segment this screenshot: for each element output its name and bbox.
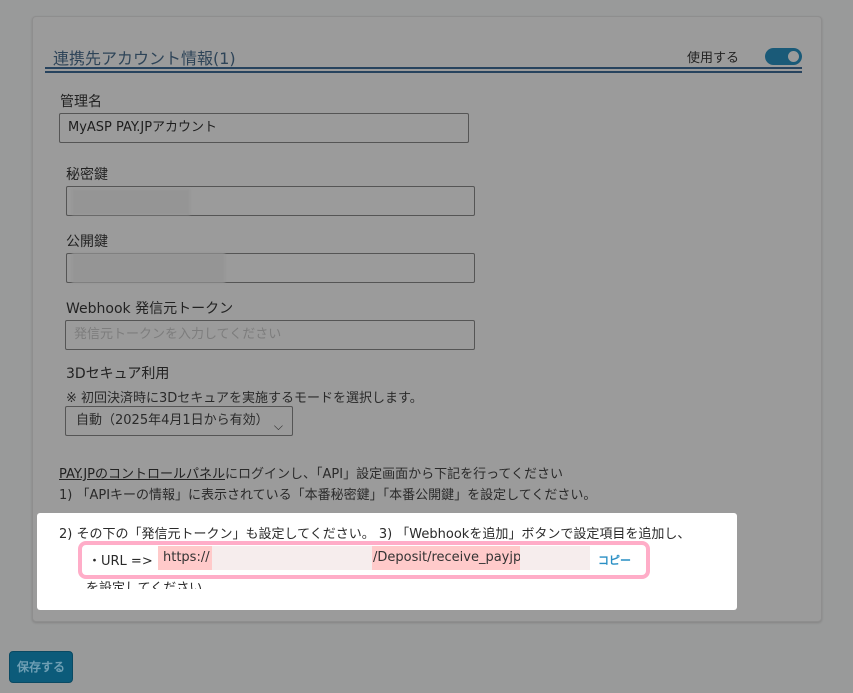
3d-secure-value: 自動（2025年4月1日から有効） xyxy=(76,413,269,428)
copy-button[interactable]: コピー xyxy=(598,552,631,568)
3d-secure-select[interactable]: 自動（2025年4月1日から有効） ⌵ xyxy=(65,406,293,436)
3d-secure-label: 3Dセキュア利用 xyxy=(66,366,170,382)
chevron-down-icon: ⌵ xyxy=(273,419,283,433)
use-toggle[interactable] xyxy=(765,48,802,65)
secret-key-label: 秘密鍵 xyxy=(66,167,108,183)
secret-key-input[interactable] xyxy=(66,186,475,216)
public-key-label: 公開鍵 xyxy=(66,234,108,250)
url-path: /Deposit/receive_payjp xyxy=(373,550,522,565)
url-prefix: https:// xyxy=(163,550,210,565)
webhook-url[interactable]: https:// /Deposit/receive_payjp xyxy=(158,546,590,570)
divider xyxy=(45,67,802,69)
instruction-line-3: を設定してください xyxy=(86,581,203,589)
divider xyxy=(45,71,802,73)
instruction-text: にログインし、「API」設定画面から下記を行ってください xyxy=(225,467,564,482)
instruction-line-2: 2) その下の「発信元トークン」も設定してください。 3) 「Webhookを追… xyxy=(59,527,691,542)
3d-secure-note: ※ 初回決済時に3Dセキュアを実施するモードを選択します。 xyxy=(66,391,423,406)
section-title: 連携先アカウント情報(1) xyxy=(53,49,236,68)
toggle-label: 使用する xyxy=(687,51,740,66)
webhook-token-label: Webhook 発信元トークン xyxy=(66,301,234,317)
public-key-input[interactable] xyxy=(66,253,475,283)
name-input[interactable]: MyASP PAY.JPアカウント xyxy=(59,113,469,143)
save-button[interactable]: 保存する xyxy=(9,651,73,683)
url-label: ・URL => xyxy=(88,554,153,569)
instruction-line-0: PAY.JPのコントロールパネルにログインし、「API」設定画面から下記を行って… xyxy=(59,463,563,482)
name-label: 管理名 xyxy=(60,94,102,110)
control-panel-link[interactable]: PAY.JPのコントロールパネル xyxy=(59,467,225,482)
instruction-line-1: 1) 「APIキーの情報」に表示されている「本番秘密鍵」「本番公開鍵」を設定して… xyxy=(59,488,597,503)
webhook-token-input[interactable]: 発信元トークンを入力してください xyxy=(65,320,475,350)
